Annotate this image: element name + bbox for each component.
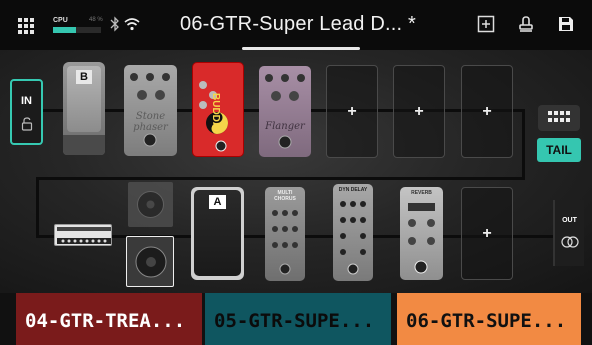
grid-icon bbox=[548, 111, 570, 122]
block-tag-a: A bbox=[209, 195, 226, 209]
cable-right-drop bbox=[522, 109, 525, 179]
preset-title[interactable]: 06-GTR-Super Lead D... * bbox=[180, 13, 416, 36]
reverb-controls bbox=[408, 203, 435, 274]
empty-slot-row1-2[interactable]: + bbox=[393, 65, 445, 158]
wifi-icon[interactable] bbox=[124, 17, 140, 31]
grid-menu-icon[interactable] bbox=[18, 18, 38, 34]
cpu-meter bbox=[53, 27, 101, 33]
block-tag-b: B bbox=[76, 70, 92, 84]
add-block-plus: + bbox=[414, 102, 424, 120]
reverb-pedal[interactable]: REVERB bbox=[400, 187, 443, 280]
input-label: IN bbox=[21, 95, 32, 107]
wah-base bbox=[63, 135, 105, 155]
stereo-icon bbox=[561, 236, 579, 248]
amp-controls bbox=[57, 227, 111, 244]
input-block[interactable]: IN bbox=[10, 79, 43, 145]
save-icon[interactable] bbox=[556, 14, 576, 34]
reverb-label: REVERB bbox=[411, 190, 432, 196]
block-grid-button[interactable] bbox=[538, 105, 580, 131]
preset-tab-prev[interactable]: 04-GTR-TREA... bbox=[16, 293, 202, 345]
overdrive-pedal[interactable]: BUDDA bbox=[192, 62, 244, 157]
flanger-knobs bbox=[265, 74, 305, 149]
empty-slot-row2-1[interactable]: + bbox=[461, 187, 513, 280]
wah-pedal[interactable]: B bbox=[63, 62, 105, 155]
add-block-plus: + bbox=[347, 102, 357, 120]
chorus-label: MULTI CHORUS bbox=[274, 190, 296, 202]
add-block-icon[interactable] bbox=[476, 14, 496, 34]
cpu-label: CPU bbox=[53, 17, 68, 24]
phaser-label: Stone phaser bbox=[133, 111, 168, 133]
cpu-meter-fill bbox=[53, 27, 77, 33]
empty-slot-row1-3[interactable]: + bbox=[461, 65, 513, 158]
delay-label: DYN DELAY bbox=[338, 187, 368, 193]
speaker-icon bbox=[135, 246, 167, 278]
speaker-icon bbox=[137, 191, 164, 218]
preset-tabs: 04-GTR-TREA... 05-GTR-SUPE... 06-GTR-SUP… bbox=[0, 293, 592, 345]
delay-knobs bbox=[340, 201, 366, 275]
tuner-icon[interactable] bbox=[516, 14, 536, 34]
flanger-pedal[interactable]: Flanger bbox=[259, 66, 311, 157]
add-block-plus: + bbox=[482, 224, 492, 242]
top-bar: CPU 48 % 06-GTR-Super Lead D... * bbox=[0, 0, 592, 50]
delay-pedal[interactable]: DYN DELAY bbox=[333, 184, 373, 281]
volume-pedal[interactable]: A bbox=[191, 187, 244, 280]
overdrive-label: BUDDA bbox=[210, 93, 221, 130]
empty-slot-row1-1[interactable]: + bbox=[326, 65, 378, 158]
output-block[interactable]: OUT bbox=[553, 200, 584, 266]
signal-chain-board: IN B Stone phaser BUDDA Flanger + + + TA… bbox=[0, 50, 592, 293]
cabinet-lower[interactable] bbox=[126, 236, 174, 287]
bluetooth-icon[interactable] bbox=[110, 16, 120, 32]
cpu-percent: 48 % bbox=[89, 17, 103, 23]
flanger-label: Flanger bbox=[265, 121, 305, 132]
cable-left-drop bbox=[36, 177, 39, 237]
add-block-plus: + bbox=[482, 102, 492, 120]
amp-head[interactable] bbox=[54, 224, 112, 246]
unlock-icon[interactable] bbox=[21, 117, 33, 131]
cable-crossover bbox=[36, 177, 525, 180]
preset-tab-next[interactable]: 05-GTR-SUPE... bbox=[205, 293, 391, 345]
tail-button[interactable]: TAIL bbox=[537, 138, 581, 162]
phaser-pedal[interactable]: Stone phaser bbox=[124, 65, 177, 156]
cabinet-upper[interactable] bbox=[128, 182, 173, 227]
preset-tab-current[interactable]: 06-GTR-SUPE... bbox=[397, 293, 581, 345]
chorus-pedal[interactable]: MULTI CHORUS bbox=[265, 187, 305, 281]
output-label: OUT bbox=[562, 217, 577, 224]
